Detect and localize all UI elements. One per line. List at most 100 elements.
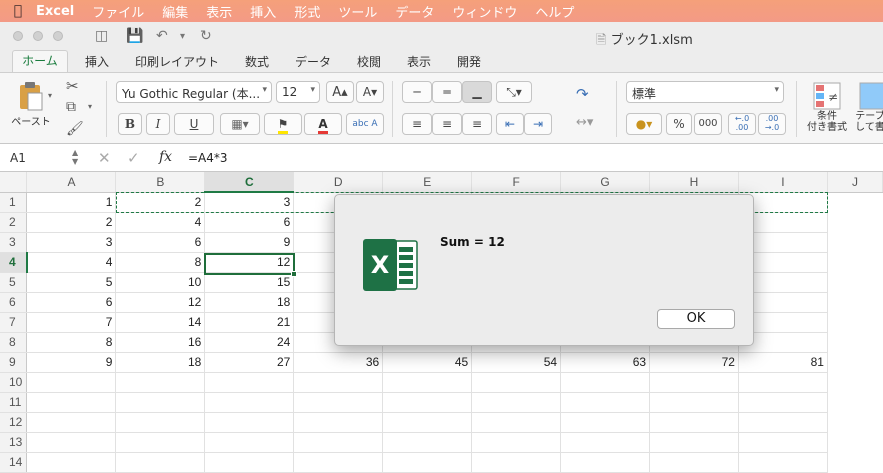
column-header-e[interactable]: E <box>382 172 473 193</box>
cell-a11[interactable] <box>26 392 117 413</box>
row-header-7[interactable]: 7 <box>0 312 28 333</box>
cell-h11[interactable] <box>649 392 739 413</box>
row-header-8[interactable]: 8 <box>0 332 28 353</box>
align-right-button[interactable]: ≡ <box>462 113 492 135</box>
cell-c8[interactable]: 24 <box>204 332 295 353</box>
undo-dropdown-icon[interactable]: ▾ <box>180 31 185 42</box>
cell-c6[interactable]: 18 <box>204 292 295 313</box>
apple-icon[interactable]:  <box>0 3 36 19</box>
cell-f12[interactable] <box>471 412 562 433</box>
cell-i10[interactable] <box>738 372 828 393</box>
tab-insert[interactable]: 挿入 <box>85 53 109 70</box>
format-painter-icon[interactable]: 🖌 <box>66 121 84 137</box>
minimize-window-button[interactable] <box>33 31 43 41</box>
row-header-4[interactable]: 4 <box>0 252 28 273</box>
cell-h9[interactable]: 72 <box>649 352 739 373</box>
menu-app-excel[interactable]: Excel <box>36 4 74 19</box>
cell-f11[interactable] <box>471 392 562 413</box>
cell-b7[interactable]: 14 <box>115 312 206 333</box>
fill-color-button[interactable]: ⚑ <box>264 113 302 135</box>
menu-format[interactable]: 形式 <box>294 2 320 21</box>
column-header-h[interactable]: H <box>649 172 739 193</box>
borders-button[interactable]: ▦▾ <box>220 113 260 135</box>
column-header-i[interactable]: I <box>738 172 828 193</box>
redo-icon[interactable]: ↻ <box>200 28 212 44</box>
cell-b5[interactable]: 10 <box>115 272 206 293</box>
align-middle-button[interactable]: ═ <box>432 81 462 103</box>
cell-e11[interactable] <box>382 392 473 413</box>
cell-g10[interactable] <box>560 372 651 393</box>
cell-a7[interactable]: 7 <box>26 312 117 333</box>
cell-g12[interactable] <box>560 412 651 433</box>
cell-e13[interactable] <box>382 432 473 453</box>
increase-decimal-button[interactable]: ←.0.00 <box>728 113 756 135</box>
cell-g13[interactable] <box>560 432 651 453</box>
undo-icon[interactable]: ↶ <box>156 28 168 44</box>
cell-a12[interactable] <box>26 412 117 433</box>
column-header-d[interactable]: D <box>293 172 384 193</box>
paste-button[interactable]: ペースト <box>8 79 54 135</box>
cell-f10[interactable] <box>471 372 562 393</box>
decrease-indent-button[interactable]: ⇤ <box>496 113 524 135</box>
conditional-formatting-button[interactable]: ≠ 条件 付き書式 <box>804 79 850 139</box>
bold-button[interactable]: B <box>118 113 142 135</box>
menu-view[interactable]: 表示 <box>206 2 232 21</box>
cell-a2[interactable]: 2 <box>26 212 117 233</box>
insert-function-button[interactable]: fx <box>159 149 172 165</box>
cell-f14[interactable] <box>471 452 562 473</box>
cell-a13[interactable] <box>26 432 117 453</box>
cell-d10[interactable] <box>293 372 384 393</box>
column-header-c[interactable]: C <box>204 172 295 193</box>
menu-insert[interactable]: 挿入 <box>250 2 276 21</box>
cell-b6[interactable]: 12 <box>115 292 206 313</box>
cell-h10[interactable] <box>649 372 739 393</box>
align-left-button[interactable]: ≡ <box>402 113 432 135</box>
cell-b3[interactable]: 6 <box>115 232 206 253</box>
cell-d11[interactable] <box>293 392 384 413</box>
save-icon[interactable]: 💾 <box>126 28 143 44</box>
number-format-select[interactable]: 標準 ▾ <box>626 81 784 103</box>
menu-window[interactable]: ウィンドウ <box>452 2 517 21</box>
cut-icon[interactable]: ✂ <box>66 77 79 95</box>
decrease-decimal-button[interactable]: .00 →.0 <box>758 113 786 135</box>
cell-g11[interactable] <box>560 392 651 413</box>
cell-e10[interactable] <box>382 372 473 393</box>
cell-c7[interactable]: 21 <box>204 312 295 333</box>
cell-c9[interactable]: 27 <box>204 352 295 373</box>
accounting-format-button[interactable]: ●▾ <box>626 113 662 135</box>
percent-style-button[interactable]: % <box>666 113 692 135</box>
menu-tools[interactable]: ツール <box>338 2 377 21</box>
cell-a5[interactable]: 5 <box>26 272 117 293</box>
cell-a10[interactable] <box>26 372 117 393</box>
increase-indent-button[interactable]: ⇥ <box>524 113 552 135</box>
cancel-edit-icon[interactable]: ✕ <box>98 149 111 167</box>
increase-font-button[interactable]: A▴ <box>326 81 354 103</box>
italic-button[interactable]: I <box>146 113 170 135</box>
cell-c12[interactable] <box>204 412 295 433</box>
cell-b12[interactable] <box>115 412 206 433</box>
cell-c2[interactable]: 6 <box>204 212 295 233</box>
tab-developer[interactable]: 開発 <box>457 53 481 70</box>
cell-c10[interactable] <box>204 372 295 393</box>
cell-d14[interactable] <box>293 452 384 473</box>
cell-h13[interactable] <box>649 432 739 453</box>
cell-c14[interactable] <box>204 452 295 473</box>
align-bottom-button[interactable]: ▁ <box>462 81 492 103</box>
cell-i11[interactable] <box>738 392 828 413</box>
row-header-14[interactable]: 14 <box>0 452 28 473</box>
column-header-b[interactable]: B <box>115 172 206 193</box>
row-header-1[interactable]: 1 <box>0 192 28 213</box>
row-header-5[interactable]: 5 <box>0 272 28 293</box>
fill-handle[interactable] <box>291 271 297 277</box>
close-window-button[interactable] <box>13 31 23 41</box>
cell-i9[interactable]: 81 <box>738 352 828 373</box>
cell-a1[interactable]: 1 <box>26 192 117 213</box>
cell-a9[interactable]: 9 <box>26 352 117 373</box>
cell-a3[interactable]: 3 <box>26 232 117 253</box>
cell-d13[interactable] <box>293 432 384 453</box>
cell-g14[interactable] <box>560 452 651 473</box>
cell-c3[interactable]: 9 <box>204 232 295 253</box>
cell-c5[interactable]: 15 <box>204 272 295 293</box>
cell-b11[interactable] <box>115 392 206 413</box>
row-header-12[interactable]: 12 <box>0 412 28 433</box>
